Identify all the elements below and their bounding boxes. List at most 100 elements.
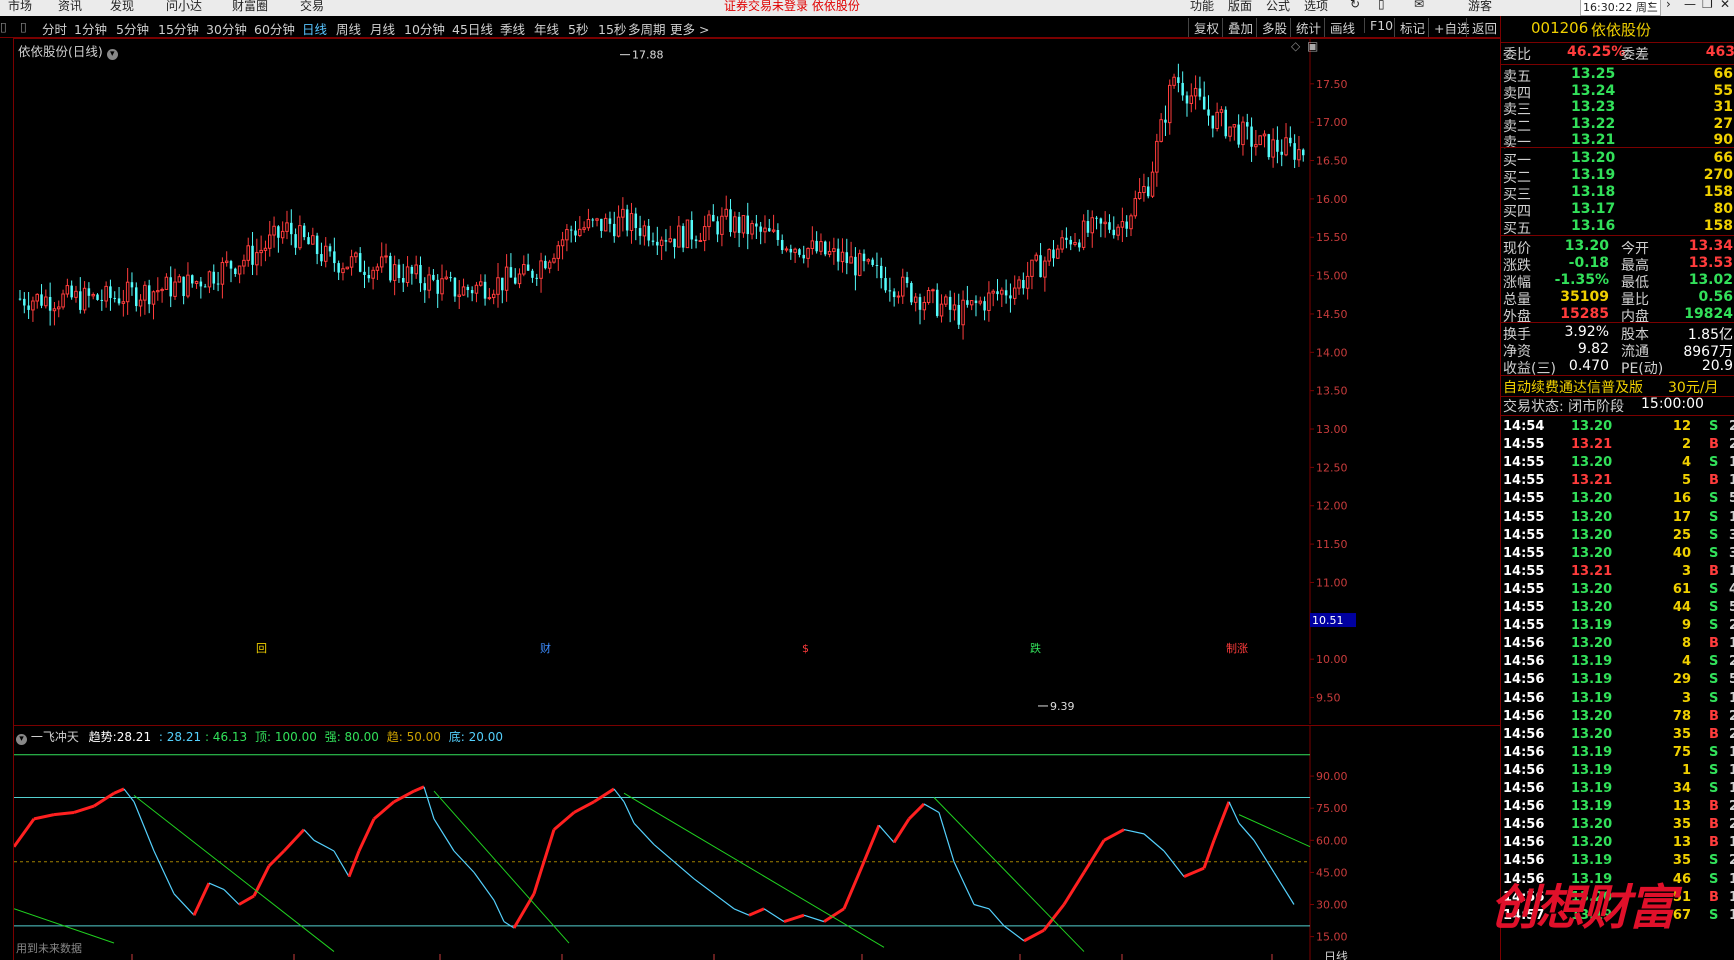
candle-body xyxy=(1133,198,1138,217)
share-value: 3.92% xyxy=(1564,324,1609,340)
tool-button-1[interactable]: 叠加 xyxy=(1222,18,1253,37)
tick-volume: 35 xyxy=(1672,726,1691,742)
period-tab-15[interactable]: 多周期 xyxy=(628,19,666,38)
tick-count: 2 xyxy=(1729,419,1734,434)
user-name[interactable]: 游客 xyxy=(1468,0,1492,14)
candle-body xyxy=(320,254,323,262)
promo-row[interactable]: 自动续费通达信普及版 30元/月 xyxy=(1501,377,1734,396)
promo-text[interactable]: 自动续费通达信普及版 xyxy=(1503,377,1643,397)
candle-body xyxy=(871,259,874,265)
period-tab-0[interactable]: 分时 xyxy=(42,19,67,38)
tick-volume: 16 xyxy=(1672,491,1691,507)
event-marker: 财 xyxy=(540,641,551,655)
period-tab-3[interactable]: 15分钟 xyxy=(158,19,199,38)
tool-button-4[interactable]: 画线 xyxy=(1324,18,1355,37)
menu-market[interactable]: 市场 xyxy=(8,0,32,14)
menu-ask[interactable]: 问小达 xyxy=(166,0,202,14)
tool-button-5[interactable]: F10 xyxy=(1364,18,1393,33)
indicator-dropdown-icon[interactable]: ▾ xyxy=(16,734,27,745)
candle-body xyxy=(690,220,694,240)
left-panel-icon[interactable]: ▯ xyxy=(0,19,7,34)
candlestick-chart[interactable]: 17.50 17.00 16.50 16.00 15.50 15.00 14.50 14.00… xyxy=(14,38,1500,724)
minimize-icon[interactable]: — xyxy=(1684,0,1696,11)
candle-body xyxy=(1099,218,1103,224)
candle-body xyxy=(1120,221,1125,228)
tick-volume: 12 xyxy=(1672,419,1691,434)
candle-body xyxy=(935,289,939,316)
tick-time: 14:55 xyxy=(1503,527,1545,543)
menu-options[interactable]: 选项 xyxy=(1304,0,1328,14)
period-tab-14[interactable]: 15秒 xyxy=(598,19,626,38)
period-tab-10[interactable]: 45日线 xyxy=(452,19,493,38)
period-tab-2[interactable]: 5分钟 xyxy=(116,19,149,38)
menu-function[interactable]: 功能 xyxy=(1190,0,1214,14)
candle-body xyxy=(147,285,151,305)
refresh-icon[interactable]: ↻ xyxy=(1350,0,1360,11)
period-tab-8[interactable]: 月线 xyxy=(370,19,395,38)
tool-button-3[interactable]: 统计 xyxy=(1290,18,1321,37)
window-toggle-icon[interactable]: ▣ xyxy=(1307,39,1318,53)
candle-body xyxy=(996,291,999,295)
dropdown-icon[interactable]: ▾ xyxy=(106,49,118,60)
period-tab-5[interactable]: 60分钟 xyxy=(254,19,295,38)
toggle-panel-icon[interactable]: ▯ xyxy=(20,19,27,34)
promo-price[interactable]: 30元/月 xyxy=(1668,377,1719,397)
menu-wealth[interactable]: 财富圈 xyxy=(232,0,268,14)
candle-body xyxy=(1069,239,1072,245)
period-tab-16[interactable]: 更多 > xyxy=(670,19,709,38)
tick-count: 1 xyxy=(1729,781,1734,796)
close-icon[interactable]: ✕ xyxy=(1720,0,1730,11)
candle-body xyxy=(595,218,599,221)
candle-body xyxy=(379,256,384,268)
forward-arrow-icon[interactable]: › xyxy=(1666,0,1671,11)
candle-body xyxy=(375,266,380,271)
tick-price: 13.19 xyxy=(1571,690,1613,706)
menu-news[interactable]: 资讯 xyxy=(58,0,82,14)
period-tab-label[interactable]: 日线 xyxy=(1324,948,1348,960)
menu-layout[interactable]: 版面 xyxy=(1228,0,1252,14)
candle-body xyxy=(987,292,991,311)
indicator-name[interactable]: 一飞冲天 xyxy=(31,730,79,744)
menu-trade[interactable]: 交易 xyxy=(300,0,324,14)
menu-discover[interactable]: 发现 xyxy=(110,0,134,14)
tool-button-6[interactable]: 标记 xyxy=(1394,18,1425,37)
tick-time: 14:55 xyxy=(1503,437,1545,453)
menu-formula[interactable]: 公式 xyxy=(1266,0,1290,14)
tick-volume: 13 xyxy=(1672,835,1691,851)
indicator-panel[interactable]: 90.00 75.00 60.00 45.00 30.00 15.00 ▾ 一飞冲天 趋势… xyxy=(12,725,1500,960)
tick-side: S xyxy=(1709,600,1719,615)
tick-count: 5 xyxy=(1729,491,1734,506)
left-scroll-strip[interactable] xyxy=(0,38,14,960)
lock-icon[interactable]: ▯ xyxy=(1378,0,1385,11)
candle-body xyxy=(1052,249,1055,259)
period-tab-11[interactable]: 季线 xyxy=(500,19,525,38)
tool-button-0[interactable]: 复权 xyxy=(1188,18,1219,37)
mail-icon[interactable]: ✉ xyxy=(1414,0,1424,11)
candle-body xyxy=(501,277,504,291)
period-tab-9[interactable]: 10分钟 xyxy=(404,19,445,38)
period-tab-4[interactable]: 30分钟 xyxy=(206,19,247,38)
period-tab-6[interactable]: 日线 xyxy=(302,19,327,38)
tick-side: B xyxy=(1709,473,1719,489)
candle-body xyxy=(849,256,853,264)
candle-body xyxy=(991,290,995,294)
price-tick-label: 17.50 xyxy=(1316,78,1348,91)
tool-button-8[interactable]: 返回 xyxy=(1466,18,1497,37)
candle-body xyxy=(613,223,616,237)
candle-body xyxy=(586,218,591,229)
tool-button-7[interactable]: +自选 xyxy=(1428,18,1469,37)
back-arrow-icon[interactable]: ‹ xyxy=(1648,0,1653,11)
event-marker: 跌 xyxy=(1030,641,1041,655)
tool-button-2[interactable]: 多股 xyxy=(1256,18,1287,37)
candle-body xyxy=(556,245,561,259)
stock-name[interactable]: 依依股份 xyxy=(1591,19,1651,40)
candle-body xyxy=(216,283,220,285)
period-tab-13[interactable]: 5秒 xyxy=(568,19,588,38)
restore-icon[interactable]: ❐ xyxy=(1702,0,1713,11)
tick-row: 14:56 13.19 13 B2 xyxy=(1501,799,1734,817)
diamond-icon[interactable]: ◇ xyxy=(1291,39,1300,53)
period-tab-12[interactable]: 年线 xyxy=(534,19,559,38)
period-tab-1[interactable]: 1分钟 xyxy=(74,19,107,38)
tick-volume: 4 xyxy=(1681,654,1691,670)
period-tab-7[interactable]: 周线 xyxy=(336,19,361,38)
